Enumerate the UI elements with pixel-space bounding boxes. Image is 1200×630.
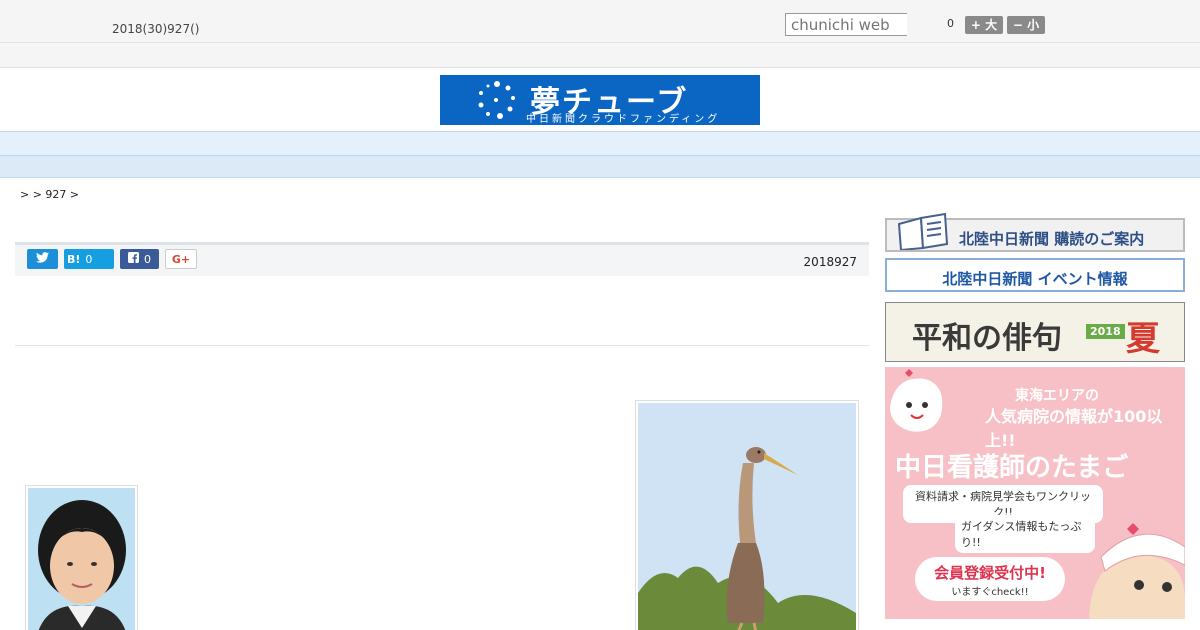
nurse-ad-cta-sub: いますぐcheck!! [951, 587, 1029, 598]
peace-haiku-season: 夏 [1126, 319, 1160, 359]
nurse-ad-line4: ガイダンス情報もたっぷり!! [955, 515, 1095, 553]
article-date: 2018927 [803, 255, 857, 269]
sub-nav [0, 156, 1200, 178]
peace-haiku-title: 平和の俳句 [912, 321, 1062, 356]
twitter-bird-icon [36, 252, 49, 263]
subscription-banner[interactable]: 北陸中日新聞 購読のご案内 [885, 212, 1185, 252]
nurse-ad-line2: 人気病院の情報が100以上!! [985, 407, 1163, 450]
nurse-ad-title: 中日看護師のたまご [895, 453, 1129, 483]
font-bigger-button[interactable]: + 大 [965, 16, 1003, 34]
article-divider [15, 345, 869, 346]
nurse-ad-cta: 会員登録受付中! いますぐcheck!! [915, 557, 1065, 601]
peace-haiku-year: 2018 [1086, 324, 1125, 339]
peace-haiku-banner[interactable]: 平和の俳句 2018 夏 [885, 302, 1185, 362]
dots-logo-icon [478, 81, 515, 119]
twitter-share-button[interactable] [27, 249, 58, 269]
yume-tube-logo[interactable]: 夢チューブ 中日新聞クラウドファンディング [440, 75, 760, 125]
event-info-banner-text: 北陸中日新聞 イベント情報 [942, 270, 1128, 288]
font-size-value: 0 [947, 17, 954, 30]
nurse-ad-line1: 東海エリアの [1015, 388, 1099, 404]
font-smaller-button[interactable]: − 小 [1007, 16, 1045, 34]
today-date: 2018(30)927() [112, 22, 200, 36]
logo-subtitle: 中日新聞クラウドファンディング [526, 114, 721, 125]
share-bar: B! 0 0 G+ 2018927 [15, 245, 869, 276]
hatena-bookmark-button[interactable]: B! 0 [64, 249, 114, 269]
google-plus-share-button[interactable]: G+ [165, 249, 197, 269]
heron-illustration [638, 403, 856, 630]
top-bar: 2018(30)927() 0 + 大 − 小 [0, 0, 1200, 43]
nurse-character-icon [890, 369, 943, 432]
main-nav [0, 131, 1200, 156]
hatena-count: 0 [85, 252, 93, 266]
search-input[interactable] [785, 13, 907, 36]
event-info-banner[interactable]: 北陸中日新聞 イベント情報 [885, 258, 1185, 292]
nurse-ad-cta-text: 会員登録受付中! [934, 564, 1046, 582]
portrait-image [28, 488, 135, 630]
header-band [0, 43, 1200, 68]
author-portrait-photo [25, 485, 138, 630]
heron-image [638, 403, 856, 630]
hatena-label: B! [67, 252, 81, 266]
facebook-icon [128, 252, 139, 263]
heron-photo [635, 400, 859, 630]
nurse-cap-character-icon [1089, 523, 1185, 619]
nurse-egg-banner[interactable]: 東海エリアの 人気病院の情報が100以上!! 中日看護師のたまご 資料請求・病院… [885, 367, 1185, 619]
facebook-share-button[interactable]: 0 [120, 249, 159, 269]
breadcrumb[interactable]: > > 927 > [20, 188, 79, 201]
portrait-illustration [28, 488, 135, 630]
facebook-count: 0 [144, 253, 151, 266]
subscription-banner-text: 北陸中日新聞 購読のご案内 [959, 230, 1145, 248]
newspaper-book-icon [897, 212, 949, 250]
